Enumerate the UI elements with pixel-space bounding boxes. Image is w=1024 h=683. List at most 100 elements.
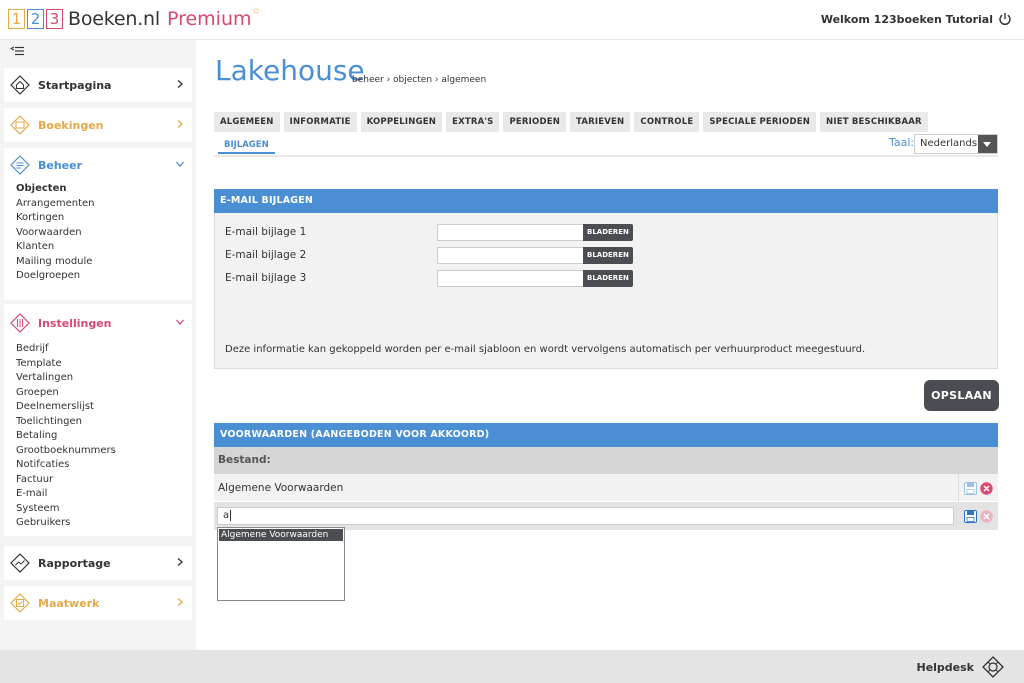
sidebar-head-startpagina[interactable]: Startpagina — [4, 68, 192, 102]
attachment-input-2[interactable] — [437, 246, 583, 264]
sidebar-item-factuur[interactable]: Factuur — [16, 473, 192, 488]
sidebar-item-e-mail[interactable]: E-mail — [16, 487, 192, 502]
delete-icon[interactable] — [979, 509, 993, 523]
sidebar-item-template[interactable]: Template — [16, 357, 192, 372]
sidebar-head-boekingen[interactable]: Boekingen — [4, 108, 192, 142]
save-button[interactable]: OPSLAAN — [924, 380, 999, 411]
tab-bar: ALGEMEEN INFORMATIE KOPPELINGEN EXTRA'S … — [214, 112, 932, 132]
sidebar-item-deelnemerslijst[interactable]: Deelnemerslijst — [16, 400, 192, 415]
browse-button-3[interactable]: BLADEREN — [583, 269, 633, 287]
power-icon[interactable] — [998, 12, 1012, 26]
tab-koppelingen[interactable]: KOPPELINGEN — [360, 112, 443, 132]
collapse-menu-icon[interactable] — [10, 46, 24, 56]
sidebar-item-voorwaarden[interactable]: Voorwaarden — [16, 226, 192, 241]
terms-file-input[interactable]: a — [217, 507, 954, 525]
main-content: Lakehouse beheer › objecten › algemeen A… — [196, 40, 1024, 650]
language-value: Nederlands — [920, 138, 978, 149]
chevron-right-icon — [177, 80, 183, 88]
attachment-label-1: E-mail bijlage 1 — [225, 226, 307, 238]
save-icon[interactable] — [964, 481, 977, 495]
tab-divider — [214, 155, 998, 157]
top-bar: 1 2 3 Boeken.nl Premium ☆ Welkom 123boek… — [0, 0, 1024, 40]
save-icon[interactable] — [963, 509, 977, 523]
sidebar-item-klanten[interactable]: Klanten — [16, 240, 192, 255]
tab-speciale-perioden[interactable]: SPECIALE PERIODEN — [703, 112, 817, 132]
tab-informatie[interactable]: INFORMATIE — [283, 112, 357, 132]
beheer-submenu: Objecten Arrangementen Kortingen Voorwaa… — [4, 182, 192, 284]
brand-name: Boeken.nl — [68, 8, 160, 30]
terms-heading: VOORWAARDEN (AANGEBODEN VOOR AKKOORD) — [214, 423, 998, 447]
terms-row-name: Algemene Voorwaarden — [218, 482, 344, 494]
tab-controle[interactable]: CONTROLE — [634, 112, 700, 132]
premium-label: Premium — [166, 8, 252, 30]
sidebar-item-grootboeknummers[interactable]: Grootboeknummers — [16, 444, 192, 459]
sidebar-head-instellingen[interactable]: Instellingen — [4, 304, 192, 342]
helpdesk-icon[interactable] — [982, 656, 1004, 678]
helpdesk-link[interactable]: Helpdesk — [916, 661, 974, 674]
tab-perioden[interactable]: PERIODEN — [503, 112, 567, 132]
browse-button-2[interactable]: BLADEREN — [583, 246, 633, 264]
sidebar-item-systeem[interactable]: Systeem — [16, 502, 192, 517]
welcome-text: Welkom 123boeken Tutorial — [821, 12, 1012, 26]
sidebar: Startpagina Boekingen Beheer Objecten Ar… — [0, 40, 196, 650]
sidebar-label-startpagina: Startpagina — [38, 78, 112, 92]
sidebar-head-rapportage[interactable]: Rapportage — [4, 546, 192, 580]
sidebar-label-instellingen: Instellingen — [38, 316, 112, 330]
dropdown-arrow-icon[interactable] — [978, 135, 997, 153]
chevron-down-icon — [176, 161, 184, 167]
tab-extras[interactable]: EXTRA'S — [446, 112, 500, 132]
sidebar-item-notificaties[interactable]: Notifcaties — [16, 458, 192, 473]
sidebar-item-groepen[interactable]: Groepen — [16, 386, 192, 401]
attachment-input-3[interactable] — [437, 269, 583, 287]
chevron-down-icon — [176, 319, 184, 325]
tab-algemeen[interactable]: ALGEMEEN — [214, 112, 280, 132]
attachment-row-2: E-mail bijlage 2 BLADEREN — [225, 246, 633, 264]
sidebar-item-vertalingen[interactable]: Vertalingen — [16, 371, 192, 386]
sidebar-head-maatwerk[interactable]: Maatwerk — [4, 586, 192, 620]
sidebar-item-doelgroepen[interactable]: Doelgroepen — [16, 269, 192, 284]
terms-new-row: a — [214, 502, 998, 530]
autocomplete-option[interactable]: Algemene Voorwaarden — [219, 529, 343, 541]
logo-digit-1: 1 — [8, 9, 25, 29]
sidebar-head-beheer[interactable]: Beheer — [4, 148, 192, 182]
star-icon: ☆ — [251, 5, 261, 17]
sidebar-item-rapportage[interactable]: Rapportage — [4, 546, 192, 580]
email-attachments-panel: E-MAIL BIJLAGEN E-mail bijlage 1 BLADERE… — [214, 189, 998, 369]
row-actions — [958, 474, 998, 502]
manage-icon — [10, 155, 30, 175]
sidebar-item-bedrijf[interactable]: Bedrijf — [16, 342, 192, 357]
browse-button-1[interactable]: BLADEREN — [583, 223, 633, 241]
attachment-input-1[interactable] — [437, 223, 583, 241]
sidebar-item-mailing-module[interactable]: Mailing module — [16, 255, 192, 270]
sidebar-item-maatwerk[interactable]: Maatwerk — [4, 586, 192, 620]
table-row: Algemene Voorwaarden — [214, 474, 998, 502]
sidebar-item-gebruikers[interactable]: Gebruikers — [16, 516, 192, 531]
sidebar-group-beheer: Beheer Objecten Arrangementen Kortingen … — [4, 148, 192, 300]
autocomplete-list: Algemene Voorwaarden — [217, 527, 345, 601]
attachment-label-3: E-mail bijlage 3 — [225, 272, 307, 284]
tab-tarieven[interactable]: TARIEVEN — [570, 112, 631, 132]
delete-icon[interactable] — [980, 481, 993, 495]
sidebar-item-boekingen[interactable]: Boekingen — [4, 108, 192, 142]
logo[interactable]: 1 2 3 Boeken.nl Premium ☆ — [8, 5, 261, 30]
welcome-label: Welkom 123boeken Tutorial — [820, 12, 993, 26]
language-select[interactable]: Nederlands — [914, 134, 998, 154]
tab-niet-beschikbaar[interactable]: NIET BESCHIKBAAR — [820, 112, 928, 132]
sidebar-item-objecten[interactable]: Objecten — [16, 182, 192, 197]
settings-icon — [10, 313, 30, 333]
sidebar-item-toelichtingen[interactable]: Toelichtingen — [16, 415, 192, 430]
sidebar-item-arrangementen[interactable]: Arrangementen — [16, 197, 192, 212]
chevron-right-icon — [177, 598, 183, 606]
chevron-right-icon — [177, 558, 183, 566]
tab-bijlagen[interactable]: BIJLAGEN — [218, 136, 275, 154]
page-title: Lakehouse — [215, 54, 365, 87]
sidebar-item-startpagina[interactable]: Startpagina — [4, 68, 192, 102]
sidebar-label-rapportage: Rapportage — [38, 556, 111, 570]
sidebar-item-betaling[interactable]: Betaling — [16, 429, 192, 444]
attachments-info-text: Deze informatie kan gekoppeld worden per… — [225, 344, 866, 355]
terms-input-value: a — [223, 510, 230, 521]
terms-panel: VOORWAARDEN (AANGEBODEN VOOR AKKOORD) Be… — [214, 423, 998, 530]
text-cursor — [230, 509, 232, 521]
sidebar-item-kortingen[interactable]: Kortingen — [16, 211, 192, 226]
attachment-row-3: E-mail bijlage 3 BLADEREN — [225, 269, 633, 287]
